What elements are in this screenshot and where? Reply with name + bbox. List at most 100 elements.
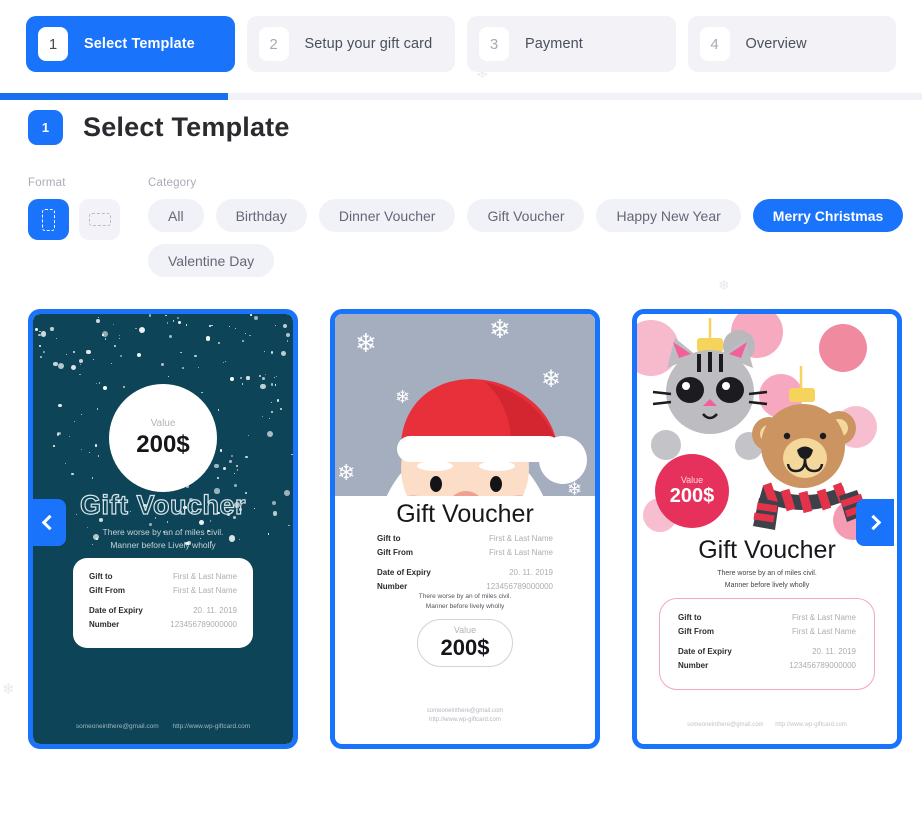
- detail-label: Date of Expiry: [678, 647, 732, 656]
- step-payment[interactable]: 3 Payment: [467, 16, 676, 72]
- footer-email: someoneinthere@gmail.com: [75, 723, 159, 730]
- detail-value: First & Last Name: [172, 586, 237, 595]
- step-label: Payment: [525, 36, 583, 52]
- voucher-tagline: There worse by an of miles civil. Manner…: [335, 592, 595, 613]
- detail-row-gift-to: Gift to First & Last Name: [678, 613, 856, 622]
- detail-row-number: Number 123456789000000: [89, 620, 237, 629]
- step-number-badge: 1: [38, 27, 68, 61]
- footer-url: http://www.wp-giftcard.com: [775, 722, 847, 728]
- portrait-frame-icon: [42, 208, 55, 231]
- step-overview[interactable]: 4 Overview: [687, 16, 896, 72]
- detail-row-expiry: Date of Expiry 20. 11. 2019: [377, 568, 553, 577]
- value-label: Value: [680, 474, 704, 485]
- value-label: Value: [453, 625, 477, 635]
- format-portrait-button[interactable]: [28, 199, 69, 240]
- progress-fill: [0, 93, 228, 100]
- voucher-details: Gift to First & Last Name Gift From Firs…: [659, 598, 875, 690]
- template-card-snow-night[interactable]: Value 200$ Gift Voucher There worse by a…: [28, 309, 298, 749]
- category-chip-all[interactable]: All: [148, 199, 204, 232]
- detail-value: 20. 11. 2019: [193, 606, 237, 615]
- bubble-decoration: [819, 324, 867, 372]
- svg-text:❄: ❄: [829, 398, 840, 413]
- detail-label: Gift to: [678, 613, 702, 622]
- category-chip-birthday[interactable]: Birthday: [215, 199, 307, 232]
- template-card-santa[interactable]: ❄ ❄ ❄ ❄ ❄ ❄ ❄: [330, 309, 600, 749]
- detail-value: 123456789000000: [486, 582, 553, 591]
- detail-row-gift-to: Gift to First & Last Name: [89, 572, 237, 581]
- carousel-prev-button[interactable]: [28, 499, 66, 546]
- detail-row-number: Number 123456789000000: [678, 661, 856, 670]
- step-label: Select Template: [84, 36, 195, 52]
- voucher-footer: someoneinthere@gmail.com http://www.wp-g…: [33, 723, 293, 730]
- value-amount: 200$: [669, 484, 715, 507]
- format-label: Format: [28, 177, 66, 189]
- detail-row-gift-from: Gift From First & Last Name: [678, 627, 856, 636]
- chevron-left-icon: [41, 514, 57, 531]
- footer-url: http://www.wp-giftcard.com: [429, 717, 501, 724]
- voucher-footer: someoneinthere@gmail.com http://www.wp-g…: [637, 722, 897, 728]
- snowflake-icon: ❄: [718, 277, 730, 293]
- detail-value: 123456789000000: [789, 661, 856, 670]
- chevron-right-icon: [865, 514, 881, 531]
- value-badge: Value 200$: [109, 384, 217, 492]
- section-header: 1 Select Template: [0, 72, 922, 145]
- detail-label: Number: [89, 620, 120, 629]
- page-title: Select Template: [83, 112, 290, 142]
- category-chip-gift-voucher[interactable]: Gift Voucher: [467, 199, 585, 232]
- snowflake-icon: ❄: [489, 314, 511, 344]
- tagline-line-2: Manner before Lively wholly: [110, 540, 216, 551]
- carousel-next-button[interactable]: [856, 499, 894, 546]
- detail-row-number: Number 123456789000000: [377, 582, 553, 591]
- category-chip-merry-christmas[interactable]: Merry Christmas: [752, 199, 904, 232]
- template-carousel: Value 200$ Gift Voucher There worse by a…: [0, 309, 922, 749]
- format-filter-group: Format: [28, 177, 120, 277]
- detail-label: Number: [377, 582, 408, 591]
- tagline-line-1: There worse by an of miles civil.: [102, 527, 224, 537]
- detail-label: Gift From: [89, 586, 125, 595]
- footer-email: someoneinthere@gmail.com: [426, 707, 504, 714]
- voucher-footer: someoneinthere@gmail.com http://www.wp-g…: [335, 707, 595, 726]
- detail-label: Gift to: [89, 572, 113, 581]
- detail-value: 123456789000000: [170, 620, 237, 629]
- detail-value: First & Last Name: [488, 548, 553, 557]
- step-label: Overview: [745, 36, 807, 52]
- category-label: Category: [148, 177, 197, 189]
- step-setup-gift-card[interactable]: 2 Setup your gift card: [246, 16, 455, 72]
- step-number-badge: 4: [699, 27, 730, 61]
- detail-value: 20. 11. 2019: [812, 647, 856, 656]
- detail-value: First & Last Name: [488, 534, 553, 543]
- voucher-details: Gift to First & Last Name Gift From Firs…: [73, 558, 253, 648]
- voucher-title: Gift Voucher: [79, 489, 246, 520]
- detail-label: Number: [678, 661, 709, 670]
- footer-email: someoneinthere@gmail.com: [687, 722, 764, 728]
- detail-row-gift-from: Gift From First & Last Name: [377, 548, 553, 557]
- value-label: Value: [150, 417, 176, 429]
- detail-row-gift-to: Gift to First & Last Name: [377, 534, 553, 543]
- detail-label: Gift From: [678, 627, 714, 636]
- category-chip-dinner-voucher[interactable]: Dinner Voucher: [318, 199, 456, 232]
- detail-value: First & Last Name: [791, 613, 856, 622]
- value-badge: Value 200$: [417, 619, 513, 667]
- step-number-badge: 3: [479, 27, 509, 61]
- value-amount: 200$: [440, 635, 490, 660]
- category-chip-happy-new-year[interactable]: Happy New Year: [596, 199, 741, 232]
- category-chip-valentine-day[interactable]: Valentine Day: [148, 244, 275, 277]
- tagline-line-2: Manner before lively wholly: [425, 603, 505, 611]
- value-amount: 200$: [136, 430, 190, 458]
- value-badge: Value 200$: [655, 454, 729, 528]
- footer-url: http://www.wp-giftcard.com: [172, 723, 251, 730]
- step-select-template[interactable]: 1 Select Template: [26, 16, 235, 72]
- category-filter-group: Category All Birthday Dinner Voucher Gif…: [148, 177, 908, 277]
- voucher-title: Gift Voucher: [396, 500, 534, 528]
- detail-value: First & Last Name: [791, 627, 856, 636]
- detail-row-expiry: Date of Expiry 20. 11. 2019: [89, 606, 237, 615]
- tagline-line-2: Manner before lively wholly: [724, 581, 810, 589]
- step-navigation: 1 Select Template 2 Setup your gift card…: [0, 0, 922, 72]
- section-step-badge: 1: [28, 110, 63, 145]
- detail-label: Gift From: [377, 548, 413, 557]
- detail-value: 20. 11. 2019: [509, 568, 553, 577]
- detail-label: Gift to: [377, 534, 401, 543]
- format-landscape-button[interactable]: [79, 199, 120, 240]
- step-number-badge: 2: [258, 27, 289, 61]
- tagline-line-1: There worse by an of miles civil.: [717, 570, 817, 577]
